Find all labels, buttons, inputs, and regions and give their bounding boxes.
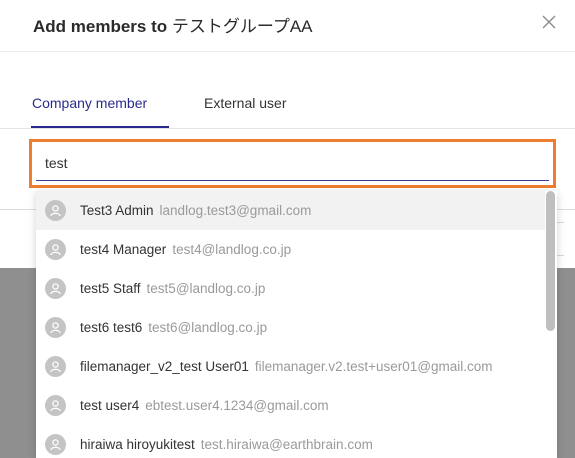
- member-option-text: filemanager_v2_test User01 filemanager.v2…: [80, 359, 493, 374]
- member-name: test user4: [80, 398, 140, 413]
- member-suggestion-dropdown: Test3 Admin landlog.test3@gmail.com test4…: [36, 191, 557, 458]
- user-icon: [50, 322, 61, 334]
- close-icon: [542, 15, 556, 29]
- user-icon: [50, 283, 61, 295]
- member-name: hiraiwa hiroyukitest: [80, 437, 195, 452]
- user-icon: [50, 244, 61, 256]
- member-option-text: Test3 Admin landlog.test3@gmail.com: [80, 203, 311, 218]
- user-icon: [50, 400, 61, 412]
- member-option[interactable]: test5 Staff test5@landlog.co.jp: [36, 269, 545, 308]
- member-name: Test3 Admin: [80, 203, 154, 218]
- member-option-text: hiraiwa hiroyukitest test.hiraiwa@earthbr…: [80, 437, 373, 452]
- avatar: [45, 434, 66, 455]
- member-name: test4 Manager: [80, 242, 167, 257]
- tabs-divider: [0, 128, 575, 129]
- avatar: [45, 278, 66, 299]
- member-option-text: test user4 ebtest.user4.1234@gmail.com: [80, 398, 329, 413]
- member-email: filemanager.v2.test+user01@gmail.com: [254, 359, 493, 374]
- member-search-input[interactable]: [36, 146, 549, 181]
- avatar: [45, 200, 66, 221]
- active-tab-indicator: [31, 126, 169, 128]
- avatar: [45, 317, 66, 338]
- tab-external-user[interactable]: External user: [204, 95, 286, 111]
- member-option[interactable]: test6 test6 test6@landlog.co.jp: [36, 308, 545, 347]
- member-type-tabs: Company member External user: [0, 52, 575, 142]
- member-option-text: test4 Manager test4@landlog.co.jp: [80, 242, 291, 257]
- member-email: test5@landlog.co.jp: [146, 281, 266, 296]
- modal-title-prefix: Add members to: [33, 17, 172, 36]
- member-email: ebtest.user4.1234@gmail.com: [145, 398, 329, 413]
- user-icon: [50, 205, 61, 217]
- member-option[interactable]: filemanager_v2_test User01 filemanager.v2…: [36, 347, 545, 386]
- avatar: [45, 239, 66, 260]
- dropdown-scrollbar[interactable]: [546, 191, 557, 458]
- user-icon: [50, 439, 61, 451]
- member-email: landlog.test3@gmail.com: [159, 203, 312, 218]
- member-email: test.hiraiwa@earthbrain.com: [200, 437, 373, 452]
- tab-company-member[interactable]: Company member: [32, 95, 147, 111]
- member-name: filemanager_v2_test User01: [80, 359, 249, 374]
- user-icon: [50, 361, 61, 373]
- avatar: [45, 395, 66, 416]
- member-name: test6 test6: [80, 320, 143, 335]
- close-button[interactable]: [536, 9, 562, 35]
- avatar: [45, 356, 66, 377]
- member-option[interactable]: test user4 ebtest.user4.1234@gmail.com: [36, 386, 545, 425]
- member-option[interactable]: Test3 Admin landlog.test3@gmail.com: [36, 191, 545, 230]
- member-option-text: test6 test6 test6@landlog.co.jp: [80, 320, 267, 335]
- scrollbar-thumb[interactable]: [546, 191, 555, 331]
- modal-header: Add members to テストグループAA: [0, 0, 575, 52]
- member-option-text: test5 Staff test5@landlog.co.jp: [80, 281, 265, 296]
- member-option[interactable]: hiraiwa hiroyukitest test.hiraiwa@earthbr…: [36, 425, 545, 458]
- group-name: テストグループAA: [171, 17, 313, 36]
- member-email: test4@landlog.co.jp: [172, 242, 292, 257]
- modal-title: Add members to テストグループAA: [33, 12, 313, 37]
- member-option[interactable]: test4 Manager test4@landlog.co.jp: [36, 230, 545, 269]
- member-email: test6@landlog.co.jp: [148, 320, 268, 335]
- member-name: test5 Staff: [80, 281, 141, 296]
